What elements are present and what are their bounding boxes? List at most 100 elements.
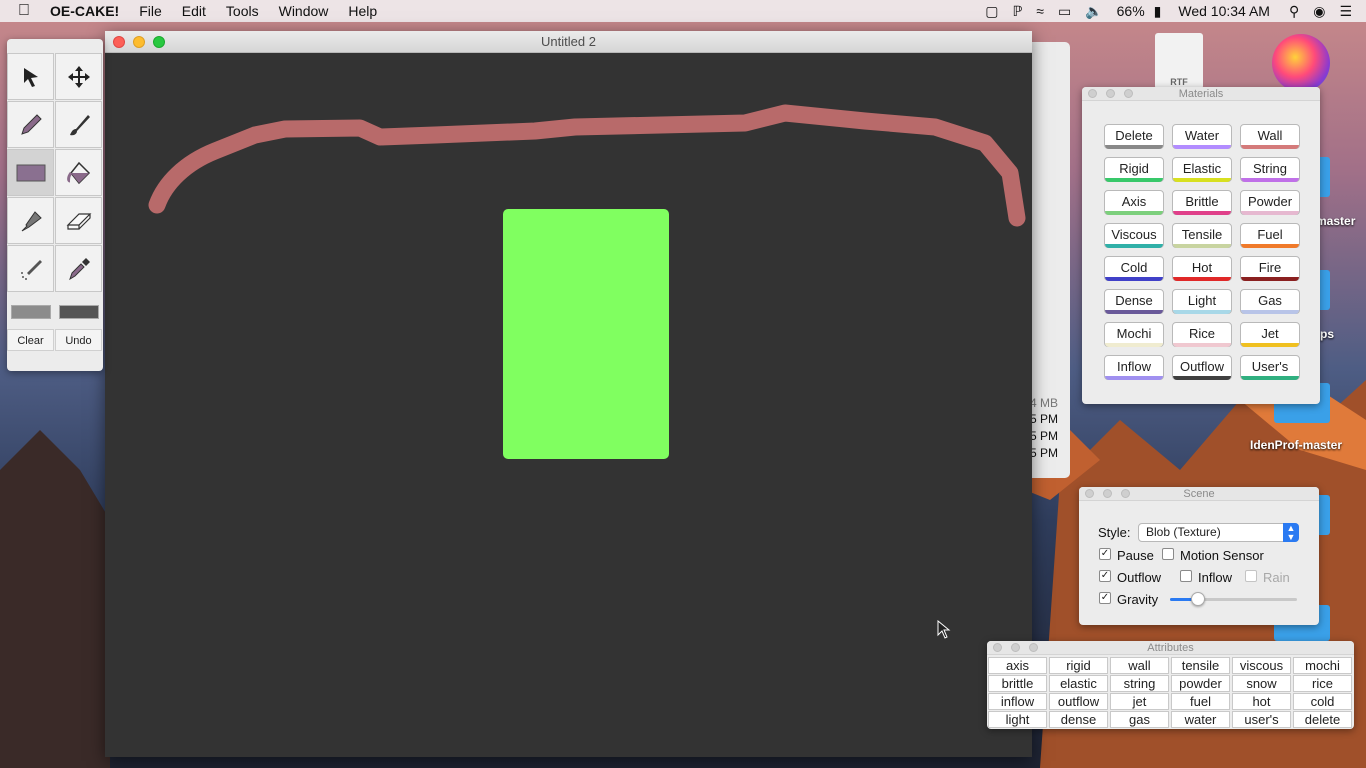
minimize-icon[interactable] — [1106, 89, 1115, 98]
app-menu[interactable]: OE-CAKE! — [42, 0, 129, 22]
attribute-cell[interactable]: jet — [1110, 693, 1169, 710]
material-button-hot[interactable]: Hot — [1172, 256, 1232, 281]
battery-icon[interactable]: ▮ — [1147, 0, 1169, 22]
attributes-titlebar[interactable]: Attributes — [987, 641, 1354, 655]
rectangle-tool[interactable] — [7, 149, 54, 196]
attribute-cell[interactable]: viscous — [1232, 657, 1291, 674]
close-icon[interactable] — [1088, 89, 1097, 98]
material-button-elastic[interactable]: Elastic — [1172, 157, 1232, 182]
material-button-rigid[interactable]: Rigid — [1104, 157, 1164, 182]
attribute-cell[interactable]: elastic — [1049, 675, 1108, 692]
menu-help[interactable]: Help — [338, 0, 387, 22]
menu-edit[interactable]: Edit — [172, 0, 216, 22]
secondary-color-swatch[interactable] — [59, 305, 99, 319]
select-tool[interactable] — [7, 53, 54, 100]
background-window[interactable]: 4 MB 5 PM 5 PM 5 PM — [1026, 42, 1070, 478]
material-button-fuel[interactable]: Fuel — [1240, 223, 1300, 248]
minimize-icon[interactable] — [1011, 643, 1020, 652]
siri-icon[interactable]: ◉ — [1306, 0, 1332, 22]
gravity-checkbox[interactable]: ✓ — [1099, 592, 1111, 604]
material-button-light[interactable]: Light — [1172, 289, 1232, 314]
attribute-cell[interactable]: mochi — [1293, 657, 1352, 674]
notification-center-icon[interactable]: ☰ — [1332, 0, 1366, 22]
attribute-cell[interactable]: cold — [1293, 693, 1352, 710]
attribute-cell[interactable]: gas — [1110, 711, 1169, 728]
spray-tool[interactable] — [7, 245, 54, 292]
close-icon[interactable] — [993, 643, 1002, 652]
outflow-checkbox[interactable]: ✓ — [1099, 570, 1111, 582]
material-button-rice[interactable]: Rice — [1172, 322, 1232, 347]
menu-file[interactable]: File — [129, 0, 172, 22]
apple-menu-icon[interactable]:  — [0, 2, 42, 20]
material-button-tensile[interactable]: Tensile — [1172, 223, 1232, 248]
browser-app-icon[interactable] — [1272, 34, 1330, 92]
inflow-checkbox[interactable] — [1180, 570, 1192, 582]
menu-window[interactable]: Window — [269, 0, 339, 22]
attribute-cell[interactable]: rice — [1293, 675, 1352, 692]
clear-button[interactable]: Clear — [7, 329, 54, 351]
minimize-icon[interactable] — [133, 36, 145, 48]
material-button-gas[interactable]: Gas — [1240, 289, 1300, 314]
minimize-icon[interactable] — [1103, 489, 1112, 498]
attribute-cell[interactable]: wall — [1110, 657, 1169, 674]
material-button-string[interactable]: String — [1240, 157, 1300, 182]
battery-percent[interactable]: 66% — [1110, 0, 1147, 22]
rain-checkbox[interactable] — [1245, 570, 1257, 582]
zoom-icon[interactable] — [1029, 643, 1038, 652]
attribute-cell[interactable]: user's — [1232, 711, 1291, 728]
simulation-canvas[interactable] — [105, 53, 1032, 757]
material-button-delete[interactable]: Delete — [1104, 124, 1164, 149]
attribute-cell[interactable]: axis — [988, 657, 1047, 674]
attribute-cell[interactable]: inflow — [988, 693, 1047, 710]
dropper-tool[interactable] — [55, 245, 102, 292]
attribute-cell[interactable]: hot — [1232, 693, 1291, 710]
gravity-slider-knob[interactable] — [1190, 592, 1205, 606]
airplay-icon[interactable]: ▭ — [1051, 0, 1078, 22]
material-button-axis[interactable]: Axis — [1104, 190, 1164, 215]
desktop-file-icon[interactable]: RTF — [1155, 33, 1203, 89]
eraser-tool[interactable] — [55, 197, 102, 244]
attribute-cell[interactable]: brittle — [988, 675, 1047, 692]
attribute-cell[interactable]: rigid — [1049, 657, 1108, 674]
material-button-inflow[interactable]: Inflow — [1104, 355, 1164, 380]
move-tool[interactable] — [55, 53, 102, 100]
materials-titlebar[interactable]: Materials — [1082, 87, 1320, 101]
material-button-viscous[interactable]: Viscous — [1104, 223, 1164, 248]
material-button-mochi[interactable]: Mochi — [1104, 322, 1164, 347]
knife-tool[interactable] — [7, 197, 54, 244]
fill-tool[interactable] — [55, 149, 102, 196]
material-button-jet[interactable]: Jet — [1240, 322, 1300, 347]
primary-color-swatch[interactable] — [11, 305, 51, 319]
material-button-dense[interactable]: Dense — [1104, 289, 1164, 314]
attribute-cell[interactable]: tensile — [1171, 657, 1230, 674]
bluetooth-icon[interactable]: ℙ — [1005, 0, 1029, 22]
undo-button[interactable]: Undo — [55, 329, 102, 351]
motion-sensor-checkbox[interactable] — [1162, 548, 1174, 560]
spotlight-icon[interactable]: ⚲ — [1282, 0, 1306, 22]
wifi-icon[interactable]: ≈ — [1029, 0, 1051, 22]
close-icon[interactable] — [1085, 489, 1094, 498]
dropbox-icon[interactable]: ▢ — [978, 0, 1005, 22]
attribute-cell[interactable]: powder — [1171, 675, 1230, 692]
attribute-cell[interactable]: dense — [1049, 711, 1108, 728]
style-select[interactable]: Blob (Texture) ▲ ▼ — [1138, 523, 1299, 542]
material-button-brittle[interactable]: Brittle — [1172, 190, 1232, 215]
material-button-powder[interactable]: Powder — [1240, 190, 1300, 215]
main-window-titlebar[interactable]: Untitled 2 — [105, 31, 1032, 53]
material-button-cold[interactable]: Cold — [1104, 256, 1164, 281]
attribute-cell[interactable]: string — [1110, 675, 1169, 692]
attribute-cell[interactable]: outflow — [1049, 693, 1108, 710]
clock[interactable]: Wed 10:34 AM — [1168, 0, 1282, 22]
material-button-outflow[interactable]: Outflow — [1172, 355, 1232, 380]
gravity-slider[interactable] — [1170, 592, 1297, 606]
attribute-cell[interactable]: water — [1171, 711, 1230, 728]
volume-icon[interactable]: 🔈 — [1078, 0, 1109, 22]
pencil-tool[interactable] — [7, 101, 54, 148]
brush-tool[interactable] — [55, 101, 102, 148]
material-button-wall[interactable]: Wall — [1240, 124, 1300, 149]
attribute-cell[interactable]: snow — [1232, 675, 1291, 692]
zoom-icon[interactable] — [1121, 489, 1130, 498]
material-button-water[interactable]: Water — [1172, 124, 1232, 149]
material-button-users[interactable]: User's — [1240, 355, 1300, 380]
menu-tools[interactable]: Tools — [216, 0, 269, 22]
